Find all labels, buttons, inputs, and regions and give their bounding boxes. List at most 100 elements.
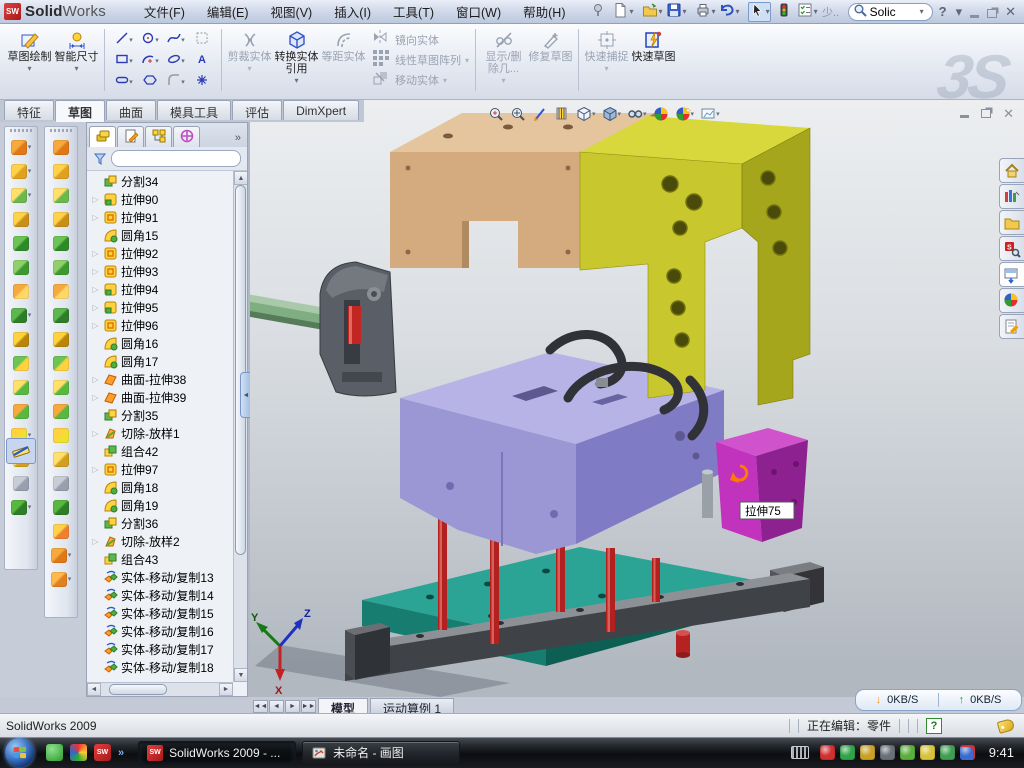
launcher-icon[interactable] (70, 744, 87, 761)
mirror-entities-button[interactable]: 镜向实体 (371, 31, 469, 48)
chevron-down-icon[interactable]: ▾ (27, 64, 31, 73)
slot-icon[interactable]: ▾ (111, 71, 137, 92)
tree-item[interactable]: 实体-移动/复制13 (87, 568, 233, 586)
tree-item[interactable]: ▷拉伸97 (87, 460, 233, 478)
minimize-button[interactable] (970, 15, 979, 18)
expand-arrow-icon[interactable]: ▷ (91, 429, 100, 438)
chevron-down-icon[interactable]: ▾ (920, 7, 924, 16)
toolbar-overflow-button[interactable]: 少.. (821, 2, 841, 22)
last-tab-button[interactable]: ►► (301, 700, 316, 713)
measure-tool-button[interactable] (6, 438, 36, 464)
help-button[interactable]: ? (939, 4, 947, 19)
dimxpert-manager-tab[interactable] (173, 126, 200, 147)
scroll-thumb[interactable] (235, 185, 246, 555)
expand-arrow-icon[interactable]: ▷ (91, 249, 100, 258)
tab-模具工具[interactable]: 模具工具 (157, 100, 231, 120)
tree-item[interactable]: ▷拉伸90 (87, 190, 233, 208)
expand-arrow-icon[interactable]: ▷ (91, 213, 100, 222)
chevron-down-icon[interactable]: ▾ (28, 503, 32, 511)
tree-item[interactable]: ▷拉伸95 (87, 298, 233, 316)
panel-tabs-overflow[interactable]: » (235, 132, 245, 147)
tree-item[interactable]: 组合43 (87, 550, 233, 568)
menu-帮助H[interactable]: 帮助(H) (513, 0, 575, 24)
feature-tool-icon-3[interactable]: ▾ (6, 183, 36, 207)
surface-tool-icon-18[interactable]: ▾ (46, 543, 76, 567)
tree-item[interactable]: 实体-移动/复制14 (87, 586, 233, 604)
surface-tool-icon-19[interactable]: ▾ (46, 567, 76, 591)
smartdim-button[interactable]: 智能尺寸▾ (53, 27, 100, 73)
rapidsketch-button[interactable]: 快速草图 (630, 27, 677, 63)
surface-tool-icon-14[interactable] (46, 447, 76, 471)
taskbar-button-solidworks[interactable]: SWSolidWorks 2009 - ... (138, 741, 296, 765)
doc-close-button[interactable]: ✕ (1003, 106, 1014, 122)
surface-tool-icon-15[interactable] (46, 471, 76, 495)
tab-DimXpert[interactable]: DimXpert (283, 100, 359, 120)
chevron-down-icon[interactable]: ▾ (129, 78, 133, 86)
sketch-text-icon[interactable]: A (189, 50, 215, 71)
tree-item[interactable]: ▷拉伸93 (87, 262, 233, 280)
search-box[interactable]: ▾ (848, 3, 933, 21)
hide-show-items-button[interactable]: ▾ (625, 105, 649, 123)
chevron-down-icon[interactable]: ▾ (28, 167, 32, 175)
messenger-icon[interactable] (46, 744, 63, 761)
network-warning-icon[interactable] (920, 745, 935, 760)
expand-arrow-icon[interactable]: ▷ (91, 285, 100, 294)
audio-icon[interactable] (880, 745, 895, 760)
tab-评估[interactable]: 评估 (232, 100, 282, 120)
chevron-down-icon[interactable]: ▾ (129, 57, 133, 65)
tree-item[interactable]: 组合42 (87, 442, 233, 460)
select-tool-button[interactable]: ▾ (748, 2, 771, 22)
surface-tool-icon-13[interactable] (46, 423, 76, 447)
spline-icon[interactable]: ▾ (163, 29, 189, 50)
feature-tool-icon-5[interactable] (6, 231, 36, 255)
tab-草图[interactable]: 草图 (55, 100, 105, 122)
file-explorer-tab[interactable] (999, 210, 1024, 235)
tab-特征[interactable]: 特征 (4, 100, 54, 120)
chevron-down-icon[interactable]: ▾ (736, 7, 740, 16)
expand-arrow-icon[interactable]: ▷ (91, 537, 100, 546)
doc-restore-button[interactable] (981, 109, 991, 118)
sketch-button[interactable]: 草图绘制▾ (6, 27, 53, 73)
feature-tool-icon-12[interactable] (6, 399, 36, 423)
surface-tool-icon-11[interactable] (46, 375, 76, 399)
surface-tool-icon-6[interactable] (46, 255, 76, 279)
tree-item[interactable]: 圆角15 (87, 226, 233, 244)
feature-tool-icon-8[interactable]: ▾ (6, 303, 36, 327)
tree-item[interactable]: ▷切除-放样2 (87, 532, 233, 550)
chevron-down-icon[interactable]: ▾ (181, 57, 185, 65)
chevron-down-icon[interactable]: ▾ (691, 110, 695, 118)
apply-scene-button[interactable]: ▾ (673, 105, 697, 123)
feature-tool-icon-16[interactable]: ▾ (6, 495, 36, 519)
chevron-down-icon[interactable]: ▾ (659, 7, 663, 16)
surface-tool-icon-16[interactable] (46, 495, 76, 519)
horizontal-scrollbar[interactable]: ◄ ► (87, 682, 233, 696)
updater-icon[interactable] (900, 745, 915, 760)
model-clamp-plate[interactable] (580, 116, 810, 405)
convert-button[interactable]: 转换实体引用▾ (273, 27, 320, 85)
chevron-down-icon[interactable]: ▾ (129, 36, 133, 44)
chevron-down-icon[interactable]: ▾ (28, 191, 32, 199)
chevron-down-icon[interactable]: ▾ (28, 143, 32, 151)
feature-tool-icon-4[interactable] (6, 207, 36, 231)
graphics-viewport[interactable]: Y Z X 拉伸75 ▾▾▾▾▾ ✕ S (250, 100, 1024, 697)
chevron-down-icon[interactable]: ▾ (712, 7, 716, 16)
tree-item[interactable]: ▷拉伸92 (87, 244, 233, 262)
custom-properties-tab[interactable] (999, 314, 1024, 339)
prev-tab-button[interactable]: ◄ (269, 700, 284, 713)
chevron-down-icon[interactable]: ▾ (629, 7, 633, 16)
configuration-manager-tab[interactable] (145, 126, 172, 147)
chevron-down-icon[interactable]: ▾ (683, 7, 687, 16)
tab-曲面[interactable]: 曲面 (106, 100, 156, 120)
solidworks-search-tab[interactable]: S (999, 236, 1024, 261)
quick-launch-overflow[interactable]: » (118, 747, 124, 759)
feature-tool-icon-6[interactable] (6, 255, 36, 279)
start-button[interactable] (2, 738, 36, 768)
scroll-down-arrow[interactable]: ▼ (234, 668, 247, 682)
chevron-down-icon[interactable]: ▾ (155, 57, 159, 65)
expand-arrow-icon[interactable]: ▷ (91, 375, 100, 384)
expand-arrow-icon[interactable]: ▷ (91, 267, 100, 276)
line-icon[interactable]: ▾ (111, 29, 137, 50)
chevron-down-icon[interactable]: ▾ (766, 7, 770, 16)
design-library-tab[interactable] (999, 184, 1024, 209)
feature-tool-icon-15[interactable] (6, 471, 36, 495)
